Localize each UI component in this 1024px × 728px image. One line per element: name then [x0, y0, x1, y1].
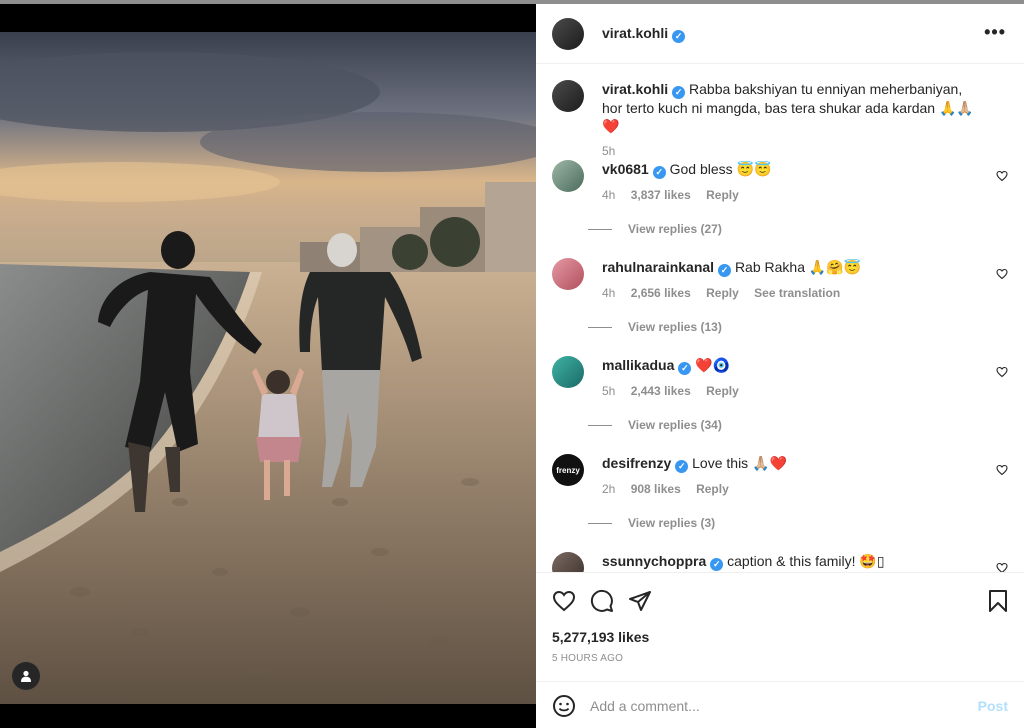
post-photo[interactable]	[0, 32, 536, 704]
comment-likes[interactable]: 3,837 likes	[631, 188, 691, 202]
commenter-username[interactable]: ssunnychoppra ✓	[602, 553, 724, 571]
comment-likes[interactable]: 2,443 likes	[631, 384, 691, 398]
post-media-pane	[0, 4, 536, 728]
more-options-icon[interactable]: •••	[984, 22, 1006, 43]
view-replies-button[interactable]: View replies (13)	[588, 320, 722, 334]
post-comment-button[interactable]: Post	[978, 698, 1008, 714]
reply-button[interactable]: Reply	[696, 482, 729, 496]
commenter-username[interactable]: rahulnarainkanal ✓	[602, 259, 732, 277]
bookmark-icon[interactable]	[988, 589, 1008, 613]
verified-badge-icon: ✓	[672, 86, 686, 99]
comments-list[interactable]: virat.kohli ✓ Rabba bakshiyan tu enniyan …	[536, 64, 1024, 572]
heart-icon[interactable]	[552, 589, 576, 613]
heart-icon[interactable]	[996, 562, 1008, 572]
post-header: virat.kohli ✓ •••	[536, 4, 1024, 64]
comment-text: Love this 🙏🏼❤️	[692, 455, 787, 471]
heart-icon[interactable]	[996, 170, 1008, 182]
comment-meta: 2h 908 likes Reply	[602, 480, 982, 498]
commenter-avatar[interactable]	[552, 160, 584, 192]
commenter-avatar[interactable]	[552, 356, 584, 388]
commenter-avatar[interactable]	[552, 258, 584, 290]
comment-text: God bless 😇😇	[669, 161, 772, 177]
commenter-avatar[interactable]: frenzy	[552, 454, 584, 486]
add-comment-row: Post	[536, 681, 1024, 728]
verified-badge-icon: ✓	[718, 264, 732, 277]
reply-button[interactable]: Reply	[706, 286, 739, 300]
commenter-username[interactable]: desifrenzy ✓	[602, 455, 689, 473]
view-replies-button[interactable]: View replies (34)	[588, 418, 722, 432]
verified-badge-icon: ✓	[675, 460, 689, 473]
comment-time: 4h	[602, 286, 616, 300]
commenter-avatar[interactable]	[552, 552, 584, 572]
view-replies-button[interactable]: View replies (3)	[588, 516, 715, 530]
beach-photo	[0, 32, 536, 704]
caption-avatar[interactable]	[552, 80, 584, 112]
add-comment-input[interactable]	[590, 697, 950, 714]
heart-icon[interactable]	[996, 268, 1008, 280]
emoji-icon[interactable]	[552, 694, 576, 718]
author-username[interactable]: virat.kohli ✓	[602, 25, 686, 43]
verified-badge-icon: ✓	[672, 29, 686, 43]
post-timestamp: 5 HOURS AGO	[552, 653, 624, 664]
likes-count[interactable]: 5,277,193 likes	[552, 629, 649, 645]
replies-divider	[588, 522, 612, 524]
comment-likes[interactable]: 2,656 likes	[631, 286, 691, 300]
reply-button[interactable]: Reply	[706, 188, 739, 202]
verified-badge-icon: ✓	[710, 558, 724, 571]
comment-time: 2h	[602, 482, 616, 496]
share-icon[interactable]	[628, 589, 652, 613]
action-icons-row	[552, 583, 666, 619]
caption-meta: 5h	[602, 142, 982, 160]
comment-meta: 4h 2,656 likes Reply See translation	[602, 284, 982, 302]
commenter-username[interactable]: vk0681 ✓	[602, 161, 666, 179]
post-actions: 5,277,193 likes 5 HOURS AGO Post	[536, 572, 1024, 728]
user-tag-icon[interactable]	[12, 662, 40, 690]
comment-text: ❤️🧿	[695, 357, 731, 373]
comment-likes[interactable]: 908 likes	[631, 482, 681, 496]
author-avatar[interactable]	[552, 17, 584, 50]
comment-time: 4h	[602, 188, 616, 202]
verified-badge-icon: ✓	[652, 166, 666, 179]
heart-icon[interactable]	[996, 366, 1008, 378]
reply-button[interactable]: Reply	[706, 384, 739, 398]
post-side-panel: virat.kohli ✓ ••• virat.kohli ✓ Rabba baks…	[536, 4, 1024, 728]
replies-divider	[588, 326, 612, 328]
replies-divider	[588, 228, 612, 230]
see-translation-button[interactable]: See translation	[754, 286, 840, 300]
comment-text: caption & this family! 🤩▯	[727, 553, 885, 569]
caption-time: 5h	[602, 144, 616, 158]
caption-username[interactable]: virat.kohli ✓	[602, 81, 686, 99]
comment-icon[interactable]	[590, 589, 614, 613]
comment-text: Rab Rakha 🙏🤗😇	[734, 259, 862, 275]
comment-meta: 4h 3,837 likes Reply	[602, 186, 982, 204]
heart-icon[interactable]	[996, 464, 1008, 476]
view-replies-button[interactable]: View replies (27)	[588, 222, 722, 236]
verified-badge-icon: ✓	[678, 362, 692, 375]
commenter-username[interactable]: mallikadua ✓	[602, 357, 692, 375]
replies-divider	[588, 424, 612, 426]
comment-meta: 5h 2,443 likes Reply	[602, 382, 982, 400]
comment-time: 5h	[602, 384, 616, 398]
